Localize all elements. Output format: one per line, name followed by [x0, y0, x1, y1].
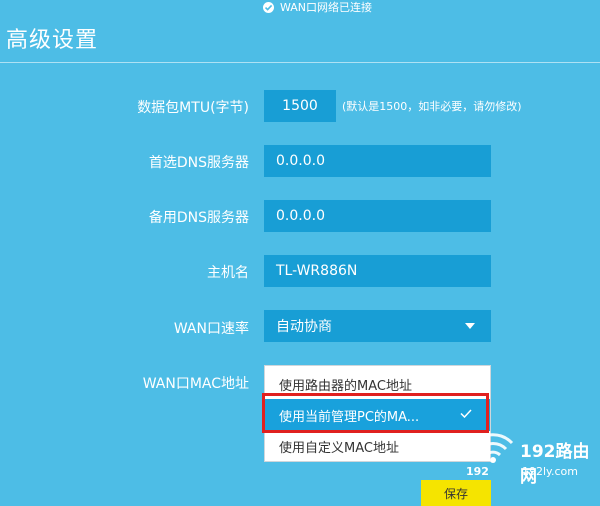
wan-status: WAN口网络已连接 — [263, 0, 372, 14]
option-label: 使用当前管理PC的MA... — [279, 409, 420, 425]
wan-mac-option-custom[interactable]: 使用自定义MAC地址 — [265, 430, 490, 462]
wan-status-text: WAN口网络已连接 — [280, 1, 373, 14]
primary-dns-label: 首选DNS服务器 — [148, 155, 249, 171]
watermark-brand: 192路由网 — [520, 442, 590, 487]
checkmark-icon — [460, 409, 472, 418]
hostname-label: 主机名 — [207, 265, 249, 281]
secondary-dns-input[interactable]: 0.0.0.0 — [264, 200, 491, 232]
wifi-icon — [472, 433, 514, 463]
wan-speed-value: 自动协商 — [276, 319, 332, 335]
chevron-down-icon — [465, 323, 475, 329]
wan-mac-option-current-pc[interactable]: 使用当前管理PC的MA... — [265, 399, 490, 431]
mtu-input[interactable]: 1500 — [264, 90, 336, 122]
mtu-label: 数据包MTU(字节) — [137, 100, 249, 116]
title-divider — [0, 62, 600, 63]
watermark-prefix: 192 — [466, 465, 489, 478]
primary-dns-input[interactable]: 0.0.0.0 — [264, 145, 491, 177]
hostname-input[interactable]: TL-WR886N — [264, 255, 491, 287]
wan-speed-select[interactable]: 自动协商 — [264, 310, 491, 342]
page-title: 高级设置 — [6, 28, 99, 53]
option-label: 使用自定义MAC地址 — [279, 440, 399, 456]
wan-speed-label: WAN口速率 — [173, 321, 249, 337]
mtu-hint: (默认是1500，如非必要，请勿修改) — [342, 100, 522, 113]
option-label: 使用路由器的MAC地址 — [279, 378, 412, 394]
wan-mac-option-router[interactable]: 使用路由器的MAC地址 — [265, 368, 490, 400]
secondary-dns-label: 备用DNS服务器 — [148, 210, 249, 226]
wan-mac-dropdown[interactable]: 使用路由器的MAC地址 使用当前管理PC的MA... 使用自定义MAC地址 — [264, 365, 491, 462]
save-button[interactable]: 保存 — [421, 480, 491, 506]
check-circle-icon — [263, 1, 274, 13]
watermark: 192路由网 192 192ly.com — [466, 425, 600, 487]
wan-mac-label: WAN口MAC地址 — [142, 376, 249, 392]
watermark-url: 192ly.com — [522, 465, 578, 478]
